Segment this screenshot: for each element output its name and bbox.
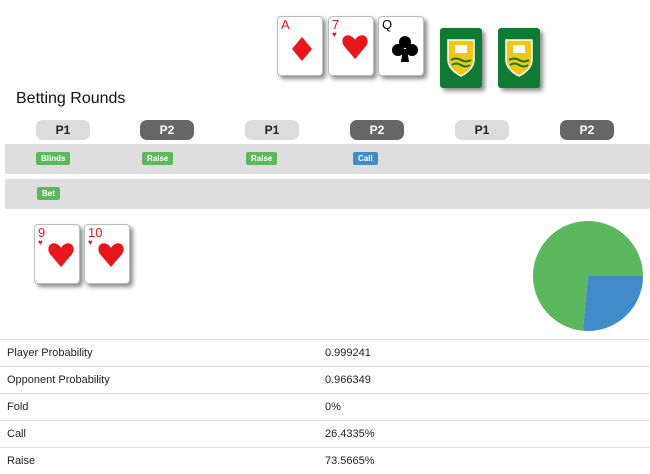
table-row: Fold 0%: [0, 394, 650, 421]
hand-card-1: 9 ♥: [34, 224, 80, 284]
heart-icon: ♥: [332, 31, 337, 39]
card-rank: Q: [382, 18, 392, 31]
stat-label: Raise: [0, 448, 325, 474]
table-row: Player Probability 0.999241: [0, 340, 650, 367]
stats-table: Player Probability 0.999241 Opponent Pro…: [0, 339, 650, 474]
heart-icon: [47, 241, 75, 269]
heart-icon: [341, 33, 369, 61]
player-pill-p1: P1: [245, 120, 299, 140]
action-tag: Blinds: [36, 152, 70, 165]
action-tag: Raise: [142, 152, 173, 165]
table-row: Raise 73.5665%: [0, 448, 650, 474]
player-pill-p1: P1: [455, 120, 509, 140]
board-card-3: Q: [378, 16, 424, 76]
stat-value: 0.966349: [325, 367, 650, 394]
club-icon: [391, 35, 419, 63]
player-pill-p2: P2: [350, 120, 404, 140]
board-card-1: A: [277, 16, 323, 76]
hidden-card-1: [440, 28, 482, 88]
betting-rounds-title: Betting Rounds: [16, 90, 125, 108]
stat-value: 0%: [325, 394, 650, 421]
action-tag: Raise: [246, 152, 277, 165]
table-row: Opponent Probability 0.966349: [0, 367, 650, 394]
action-pie-chart: [532, 220, 644, 332]
stat-label: Opponent Probability: [0, 367, 325, 394]
betting-round-row: Blinds Raise Raise Call: [5, 144, 650, 174]
player-pill-p2: P2: [560, 120, 614, 140]
heart-icon: [97, 241, 125, 269]
heart-icon: ♥: [88, 239, 93, 247]
stat-value: 26.4335%: [325, 421, 650, 448]
hidden-card-2: [498, 28, 540, 88]
betting-round-row: Bet: [5, 179, 650, 209]
heart-icon: ♥: [38, 239, 43, 247]
board-card-2: 7 ♥: [328, 16, 374, 76]
table-row: Call 26.4335%: [0, 421, 650, 448]
diamond-icon: [288, 35, 316, 63]
player-pill-p1: P1: [36, 120, 90, 140]
action-tag: Call: [353, 152, 378, 165]
stat-label: Fold: [0, 394, 325, 421]
action-tag: Bet: [37, 187, 60, 200]
player-pill-p2: P2: [140, 120, 194, 140]
card-rank: A: [281, 18, 290, 31]
stat-label: Call: [0, 421, 325, 448]
stat-label: Player Probability: [0, 340, 325, 367]
stat-value: 73.5665%: [325, 448, 650, 474]
crest-icon: [504, 38, 534, 78]
crest-icon: [446, 38, 476, 78]
stat-value: 0.999241: [325, 340, 650, 367]
pie-slice-call: [583, 276, 643, 331]
hand-card-2: 10 ♥: [84, 224, 130, 284]
